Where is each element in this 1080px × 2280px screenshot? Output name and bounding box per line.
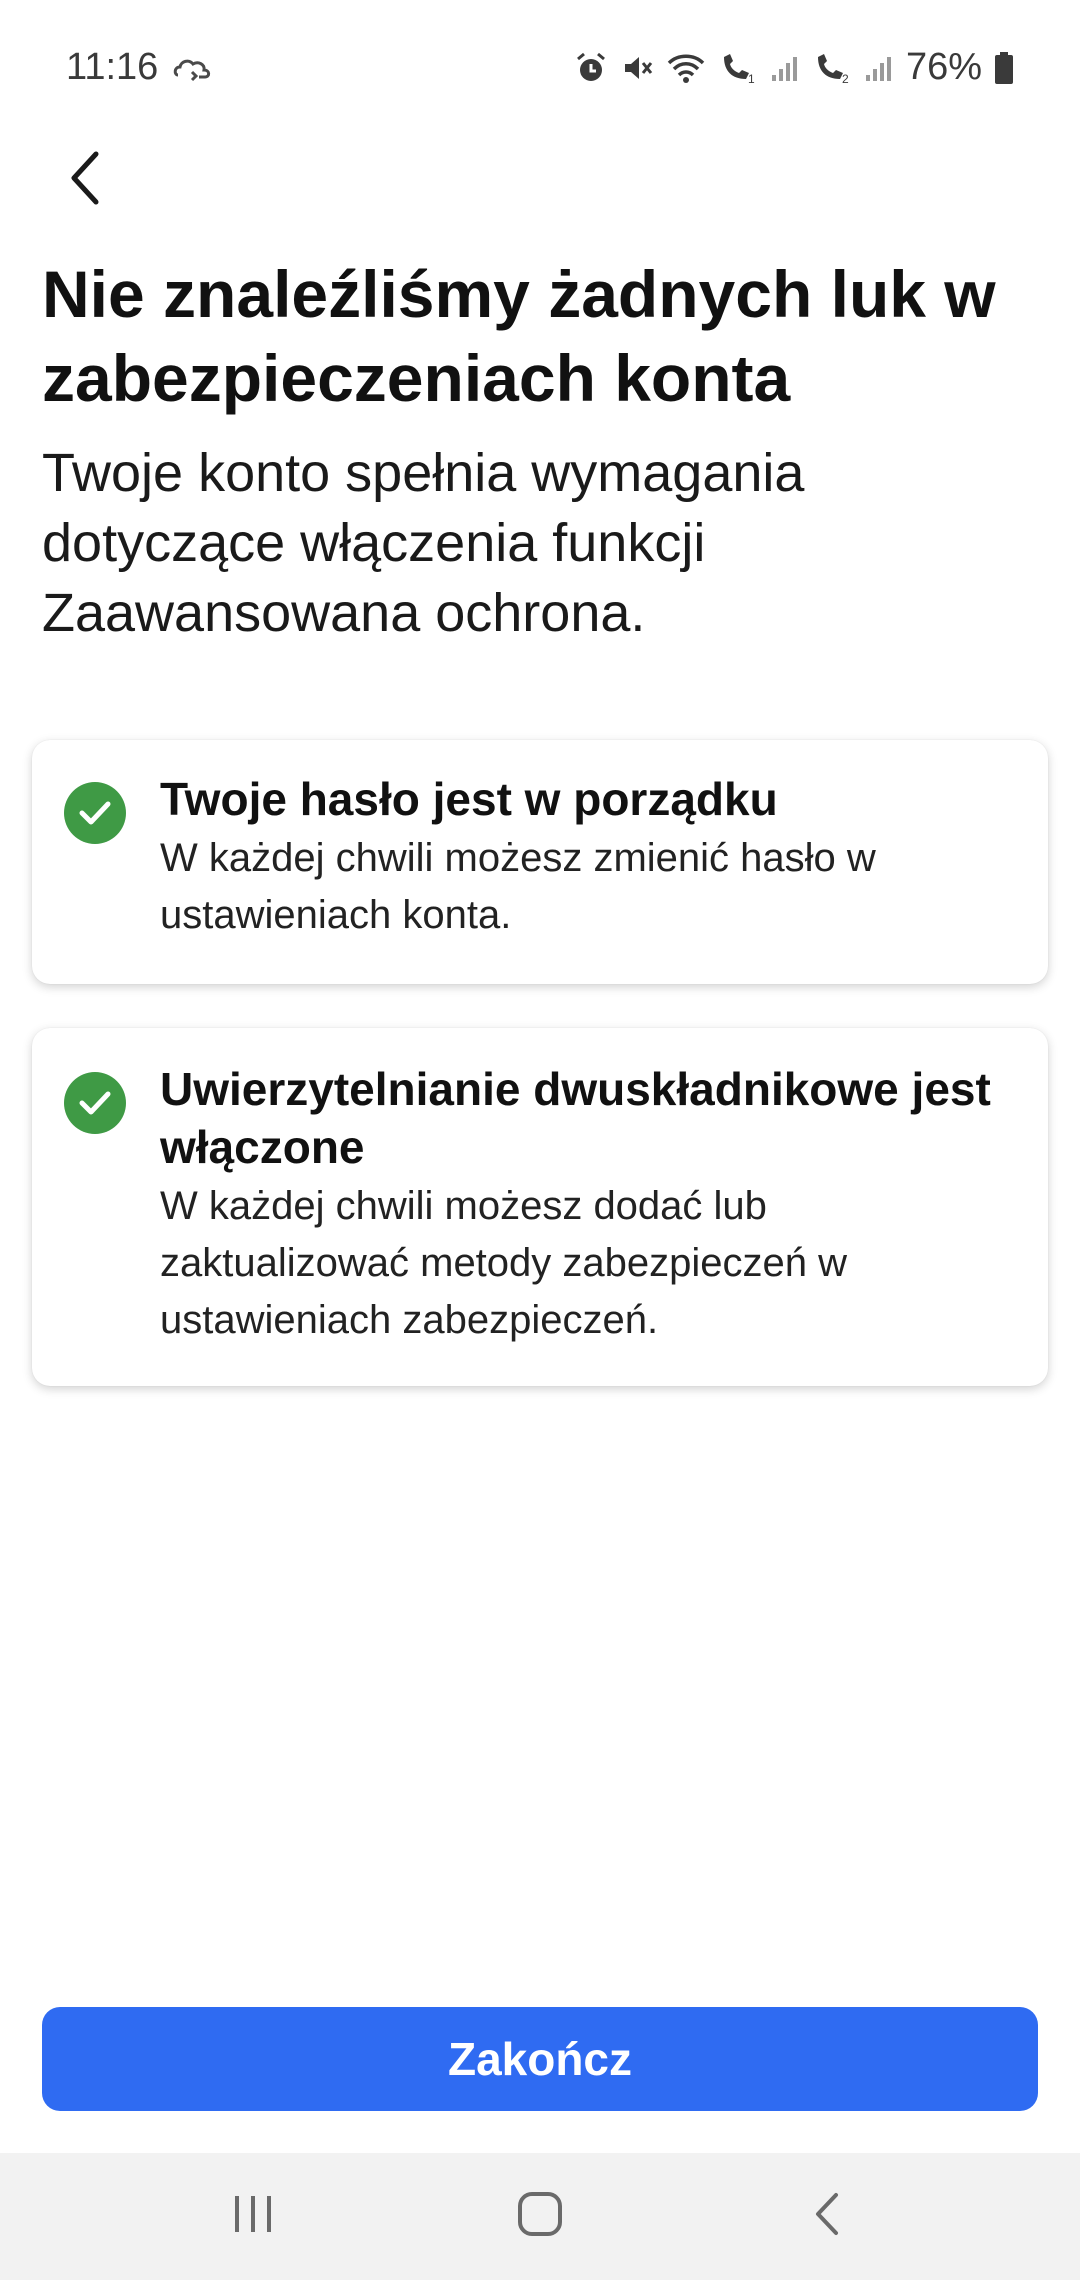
check-circle-icon: [64, 1072, 126, 1134]
recent-apps-button[interactable]: [203, 2167, 303, 2267]
call-sim2-icon: 2: [812, 51, 852, 85]
home-button[interactable]: [490, 2167, 590, 2267]
signal-icon: [770, 53, 800, 83]
back-icon: [812, 2191, 842, 2242]
page-title: Nie znaleźliśmy żadnych luk w zabezpiecz…: [42, 257, 996, 415]
card-description: W każdej chwili możesz zmienić hasło w u…: [160, 836, 876, 937]
status-time: 11:16: [66, 46, 159, 88]
card-text: Twoje hasło jest w porządku W każdej chw…: [160, 770, 1018, 944]
wifi-icon: [666, 51, 706, 85]
chevron-left-icon: [66, 150, 106, 211]
status-right: 1 2 76%: [574, 46, 1014, 89]
recent-apps-icon: [231, 2194, 275, 2239]
page-subtitle: Twoje konto spełnia wymagania dotyczące …: [42, 443, 805, 643]
status-bar: 11:16 1 2 76%: [0, 0, 1080, 135]
two-factor-status-card: Uwierzytelnianie dwuskładnikowe jest włą…: [32, 1028, 1048, 1386]
battery-icon: [994, 51, 1014, 85]
navigation-bar: [0, 2153, 1080, 2280]
back-button[interactable]: [36, 130, 136, 230]
alarm-icon: [574, 51, 608, 85]
card-title: Uwierzytelnianie dwuskładnikowe jest włą…: [160, 1063, 991, 1173]
call-sim1-icon: 1: [718, 51, 758, 85]
finish-button[interactable]: Zakończ: [42, 2007, 1038, 2111]
card-title: Twoje hasło jest w porządku: [160, 773, 778, 825]
battery-percent: 76%: [905, 46, 982, 88]
check-circle-icon: [64, 782, 126, 844]
signal-icon: [864, 53, 894, 83]
status-left: 11:16: [66, 46, 214, 89]
mute-icon: [620, 51, 654, 85]
svg-text:2: 2: [842, 72, 849, 85]
card-text: Uwierzytelnianie dwuskładnikowe jest włą…: [160, 1060, 1018, 1349]
password-status-card: Twoje hasło jest w porządku W każdej chw…: [32, 740, 1048, 984]
card-description: W każdej chwili możesz dodać lub zaktual…: [160, 1184, 848, 1342]
system-back-button[interactable]: [777, 2167, 877, 2267]
home-icon: [517, 2191, 563, 2242]
cloud-sync-icon: [172, 53, 214, 83]
svg-text:1: 1: [748, 72, 755, 85]
